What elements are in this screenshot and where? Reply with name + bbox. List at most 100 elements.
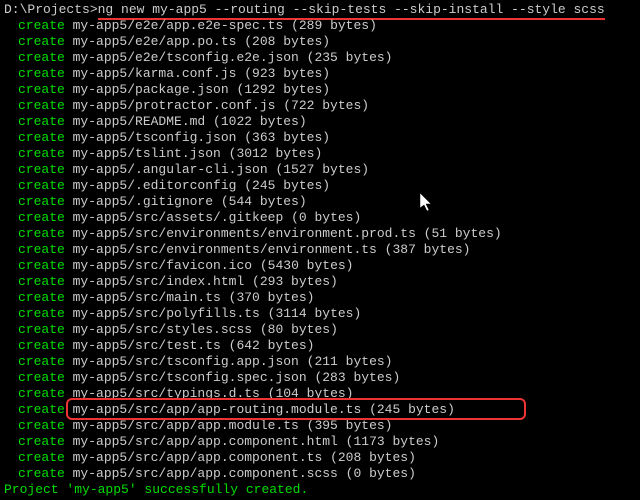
file-path: my-app5/src/tsconfig.spec.json — [65, 370, 315, 385]
output-line: create my-app5/src/typings.d.ts (104 byt… — [4, 386, 636, 402]
file-size: (923 bytes) — [244, 66, 330, 81]
file-size: (51 bytes) — [424, 226, 502, 241]
action-label: create — [18, 18, 65, 33]
file-path: my-app5/src/tsconfig.app.json — [65, 354, 307, 369]
file-size: (0 bytes) — [291, 210, 361, 225]
action-label: create — [18, 114, 65, 129]
action-label: create — [18, 82, 65, 97]
action-label: create — [18, 338, 65, 353]
action-label: create — [18, 50, 65, 65]
file-path: my-app5/.angular-cli.json — [65, 162, 276, 177]
output-line: create my-app5/karma.conf.js (923 bytes) — [4, 66, 636, 82]
file-size: (211 bytes) — [307, 354, 393, 369]
output-line: create my-app5/src/app/app.component.ts … — [4, 450, 636, 466]
action-label: create — [18, 274, 65, 289]
file-size: (283 bytes) — [314, 370, 400, 385]
output-line: create my-app5/e2e/app.po.ts (208 bytes) — [4, 34, 636, 50]
file-path: my-app5/e2e/app.po.ts — [65, 34, 244, 49]
output-line: create my-app5/src/favicon.ico (5430 byt… — [4, 258, 636, 274]
action-label: create — [18, 402, 65, 417]
file-size: (208 bytes) — [330, 450, 416, 465]
output-line: create my-app5/src/tsconfig.app.json (21… — [4, 354, 636, 370]
file-path: my-app5/src/app/app.component.scss — [65, 466, 346, 481]
file-size: (370 bytes) — [229, 290, 315, 305]
file-path: my-app5/src/index.html — [65, 274, 252, 289]
file-path: my-app5/src/environments/environment.pro… — [65, 226, 424, 241]
file-size: (363 bytes) — [244, 130, 330, 145]
output-line: create my-app5/src/main.ts (370 bytes) — [4, 290, 636, 306]
output-line: create my-app5/package.json (1292 bytes) — [4, 82, 636, 98]
terminal-output[interactable]: D:\Projects>ng new my-app5 --routing --s… — [0, 0, 640, 500]
file-size: (3012 bytes) — [229, 146, 323, 161]
file-path: my-app5/src/environments/environment.ts — [65, 242, 385, 257]
action-label: create — [18, 226, 65, 241]
action-label: create — [18, 146, 65, 161]
output-line: create my-app5/src/app/app.module.ts (39… — [4, 418, 636, 434]
output-line: create my-app5/src/app/app.component.scs… — [4, 466, 636, 482]
action-label: create — [18, 290, 65, 305]
action-label: create — [18, 194, 65, 209]
output-line: create my-app5/src/app/app-routing.modul… — [4, 402, 636, 418]
action-label: create — [18, 178, 65, 193]
file-size: (289 bytes) — [291, 18, 377, 33]
action-label: create — [18, 418, 65, 433]
output-line: create my-app5/tslint.json (3012 bytes) — [4, 146, 636, 162]
output-line: create my-app5/src/test.ts (642 bytes) — [4, 338, 636, 354]
output-line: create my-app5/src/index.html (293 bytes… — [4, 274, 636, 290]
file-path: my-app5/e2e/app.e2e-spec.ts — [65, 18, 291, 33]
action-label: create — [18, 434, 65, 449]
file-path: my-app5/src/main.ts — [65, 290, 229, 305]
action-label: create — [18, 34, 65, 49]
file-size: (1292 bytes) — [236, 82, 330, 97]
file-size: (5430 bytes) — [260, 258, 354, 273]
output-line: create my-app5/.angular-cli.json (1527 b… — [4, 162, 636, 178]
file-size: (395 bytes) — [307, 418, 393, 433]
action-label: create — [18, 98, 65, 113]
file-path: my-app5/src/typings.d.ts — [65, 386, 268, 401]
file-path: my-app5/.editorconfig — [65, 178, 244, 193]
file-size: (235 bytes) — [307, 50, 393, 65]
file-path: my-app5/src/test.ts — [65, 338, 229, 353]
file-path: my-app5/tslint.json — [65, 146, 229, 161]
prompt-line: D:\Projects>ng new my-app5 --routing --s… — [4, 2, 636, 18]
action-label: create — [18, 386, 65, 401]
action-label: create — [18, 258, 65, 273]
file-size: (722 bytes) — [283, 98, 369, 113]
output-line: create my-app5/src/styles.scss (80 bytes… — [4, 322, 636, 338]
file-path: my-app5/src/app/app.component.html — [65, 434, 346, 449]
file-size: (1022 bytes) — [213, 114, 307, 129]
file-size: (80 bytes) — [260, 322, 338, 337]
file-size: (387 bytes) — [385, 242, 471, 257]
file-size: (1173 bytes) — [346, 434, 440, 449]
action-label: create — [18, 466, 65, 481]
file-path: my-app5/.gitignore — [65, 194, 221, 209]
file-size: (208 bytes) — [244, 34, 330, 49]
file-path: my-app5/e2e/tsconfig.e2e.json — [65, 50, 307, 65]
file-path: my-app5/src/app/app.module.ts — [65, 418, 307, 433]
action-label: create — [18, 354, 65, 369]
action-label: create — [18, 162, 65, 177]
file-path: my-app5/karma.conf.js — [65, 66, 244, 81]
file-size: (245 bytes) — [369, 402, 455, 417]
action-label: create — [18, 130, 65, 145]
file-path: my-app5/src/app/app-routing.module.ts — [65, 402, 369, 417]
output-line: create my-app5/.editorconfig (245 bytes) — [4, 178, 636, 194]
output-line: create my-app5/protractor.conf.js (722 b… — [4, 98, 636, 114]
file-path: my-app5/src/app/app.component.ts — [65, 450, 330, 465]
file-path: my-app5/src/favicon.ico — [65, 258, 260, 273]
file-path: my-app5/src/polyfills.ts — [65, 306, 268, 321]
output-line: create my-app5/tsconfig.json (363 bytes) — [4, 130, 636, 146]
output-line: create my-app5/e2e/app.e2e-spec.ts (289 … — [4, 18, 636, 34]
file-path: my-app5/src/assets/.gitkeep — [65, 210, 291, 225]
output-line: create my-app5/src/app/app.component.htm… — [4, 434, 636, 450]
action-label: create — [18, 306, 65, 321]
file-size: (3114 bytes) — [268, 306, 362, 321]
output-line: create my-app5/src/polyfills.ts (3114 by… — [4, 306, 636, 322]
file-size: (293 bytes) — [252, 274, 338, 289]
shell-prompt: D:\Projects> — [4, 2, 98, 17]
file-path: my-app5/package.json — [65, 82, 237, 97]
action-label: create — [18, 370, 65, 385]
action-label: create — [18, 450, 65, 465]
file-size: (0 bytes) — [346, 466, 416, 481]
output-line: create my-app5/.gitignore (544 bytes) — [4, 194, 636, 210]
